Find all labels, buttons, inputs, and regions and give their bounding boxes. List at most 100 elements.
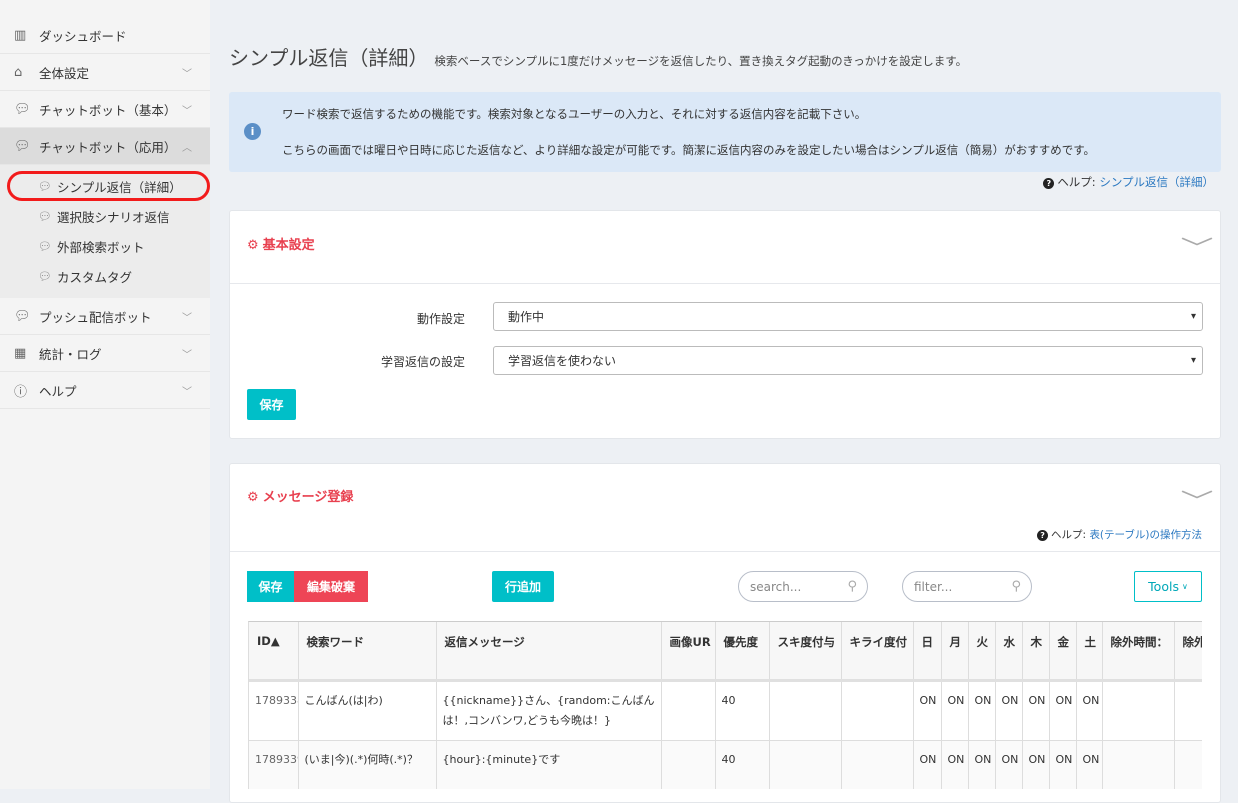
table-cell[interactable]: {{nickname}}さん、{random:こんばんは！,コンバンワ,どうも今… [436,680,662,741]
column-header[interactable]: 木 [1022,622,1050,682]
table-cell[interactable]: ON [941,740,969,789]
collapse-chevron-icon[interactable]: ﹀ [1180,231,1213,263]
table-cell[interactable]: ON [995,740,1023,789]
column-header[interactable]: 水 [995,622,1023,682]
highlight-circle [7,171,210,201]
column-header[interactable]: 土 [1076,622,1103,682]
sidebar: ▥ ダッシュボード ⌂ 全体設定 ﹀ 💬︎ チャットボット（基本） ﹀ 💬︎ チャットボット… [0,0,210,789]
chevron-down-icon: ▾ [1190,311,1196,322]
divider [230,551,1220,552]
table-cell[interactable]: {hour}:{minute}です [436,740,662,789]
chat-icon: 💬︎ [38,239,52,253]
table-cell[interactable]: ON [941,680,969,741]
sidebar-item-general-settings[interactable]: ⌂ 全体設定 ﹀ [0,54,210,91]
table-cell[interactable] [661,680,716,741]
column-header[interactable]: 画像UR [661,622,716,682]
table-cell[interactable]: 1789339 [249,740,299,789]
table-cell[interactable]: ON [968,740,996,789]
column-header[interactable]: スキ度付与 [769,622,842,682]
sidebar-item-chatbot-basic[interactable]: 💬︎ チャットボット（基本） ﹀ [0,91,210,128]
table-cell[interactable]: (いま|今)(.*)何時(.*)？ [298,740,437,789]
table-header-row: ID▲ 検索ワード 返信メッセージ 画像UR 優先度 スキ度付与 キライ度付日月火水木金土除… [249,622,1202,682]
table-cell[interactable]: ON [995,680,1023,741]
table-help-link[interactable]: 表(テーブル)の操作方法 [1089,529,1202,541]
search-input[interactable]: search... ⚲ [738,571,868,602]
table-row[interactable]: 1789338こんばん(は|わ){{nickname}}さん、{random:こ… [249,680,1202,741]
table-cell[interactable] [1102,740,1175,789]
info-icon: ⓘ [14,384,28,400]
table-cell[interactable]: ON [913,680,942,741]
submenu-item-custom-tag[interactable]: 💬︎ カスタムタグ [38,265,132,287]
table-cell[interactable] [841,680,914,741]
chat-icon: 💬︎ [14,138,31,154]
column-header[interactable]: 除外 [1174,622,1202,682]
sidebar-item-help[interactable]: ⓘ ヘルプ ﹀ [0,372,210,409]
message-table: ID▲ 検索ワード 返信メッセージ 画像UR 優先度 スキ度付与 キライ度付日月火水木金土除… [248,621,1202,789]
submenu-item-choice-scenario[interactable]: 💬︎ 選択肢シナリオ返信 [38,205,169,227]
sidebar-item-push-bot[interactable]: 💬︎ プッシュ配信ボット ﹀ [0,298,210,335]
info-text: ワード検索で返信するための機能です。検索対象となるユーザーの入力と、それに対する… [282,107,867,121]
column-header[interactable]: 優先度 [715,622,770,682]
table-cell[interactable]: 1789338 [249,680,299,741]
submenu-item-external-search[interactable]: 💬︎ 外部検索ボット [38,235,144,257]
table-cell[interactable]: ON [1076,680,1103,741]
learning-reply-label: 学習返信の設定 [380,355,465,369]
operation-label: 動作設定 [416,312,465,326]
tools-dropdown[interactable]: Tools ∨ [1134,571,1202,602]
column-header[interactable]: ID▲ [249,622,299,682]
gear-icon: ⚙ [247,490,259,505]
table-cell[interactable] [1174,740,1202,789]
table-cell[interactable]: 40 [715,680,770,741]
question-icon: ? [1037,530,1049,541]
chevron-down-icon: ∨ [1181,582,1188,591]
column-header[interactable]: 月 [941,622,969,682]
table-save-button[interactable]: 保存 [247,571,294,602]
chevron-down-icon: ﹀ [182,105,192,117]
chevron-down-icon: ﹀ [182,68,192,80]
table-cell[interactable]: ON [968,680,996,741]
home-icon: ⌂ [14,64,23,80]
column-header[interactable]: 除外時間： [1102,622,1175,682]
table-cell[interactable] [841,740,914,789]
sidebar-item-stats-log[interactable]: ▦ 統計・ログ ﹀ [0,335,210,372]
table-cell[interactable]: ON [913,740,942,789]
column-header[interactable]: 返信メッセージ [436,622,662,682]
search-icon: ⚲ [847,579,857,594]
table-cell[interactable]: 40 [715,740,770,789]
sidebar-item-chatbot-advanced[interactable]: 💬︎ チャットボット（応用） ︿ [0,128,210,165]
sidebar-item-dashboard[interactable]: ▥ ダッシュボード [0,17,210,54]
help-link[interactable]: シンプル返信（詳細） [1099,175,1214,189]
filter-input[interactable]: filter... ⚲ [902,571,1032,602]
column-header[interactable]: 検索ワード [298,622,437,682]
table-cell[interactable]: ON [1022,740,1050,789]
table-cell[interactable]: ON [1022,680,1050,741]
column-header[interactable]: 火 [968,622,996,682]
table-cell[interactable] [661,740,716,789]
table-cell[interactable] [1102,680,1175,741]
info-box: i ワード検索で返信するための機能です。検索対象となるユーザーの入力と、それに対… [229,92,1221,172]
table-cell[interactable] [769,740,842,789]
column-header[interactable]: キライ度付 [841,622,914,682]
table-cell[interactable] [1174,680,1202,741]
add-row-button[interactable]: 行追加 [492,571,554,602]
table-cell[interactable]: こんばん(は|わ) [298,680,437,741]
table-cell[interactable]: ON [1049,680,1077,741]
chevron-down-icon: ▾ [1190,355,1196,366]
table-cell[interactable]: ON [1076,740,1103,789]
collapse-chevron-icon[interactable]: ﹀ [1180,484,1213,516]
chevron-down-icon: ﹀ [182,386,192,398]
page-subtitle: 検索ベースでシンプルに1度だけメッセージを返信したり、置き換えタグ起動のきっかけ… [434,54,968,68]
column-header[interactable]: 日 [913,622,942,682]
table-cell[interactable] [769,680,842,741]
column-header[interactable]: 金 [1049,622,1077,682]
discard-edits-button[interactable]: 編集破棄 [294,571,368,602]
card-title: ⚙ メッセージ登録 [247,490,354,505]
learning-reply-select[interactable]: 学習返信を使わない ▾ [493,346,1203,375]
chevron-down-icon: ﹀ [182,349,192,361]
table-row[interactable]: 1789339(いま|今)(.*)何時(.*)？{hour}:{minute}で… [249,740,1202,789]
save-button[interactable]: 保存 [247,389,296,420]
info-icon: i [244,123,261,140]
chat-icon: 💬︎ [38,209,52,223]
operation-select[interactable]: 動作中 ▾ [493,302,1203,331]
table-cell[interactable]: ON [1049,740,1077,789]
